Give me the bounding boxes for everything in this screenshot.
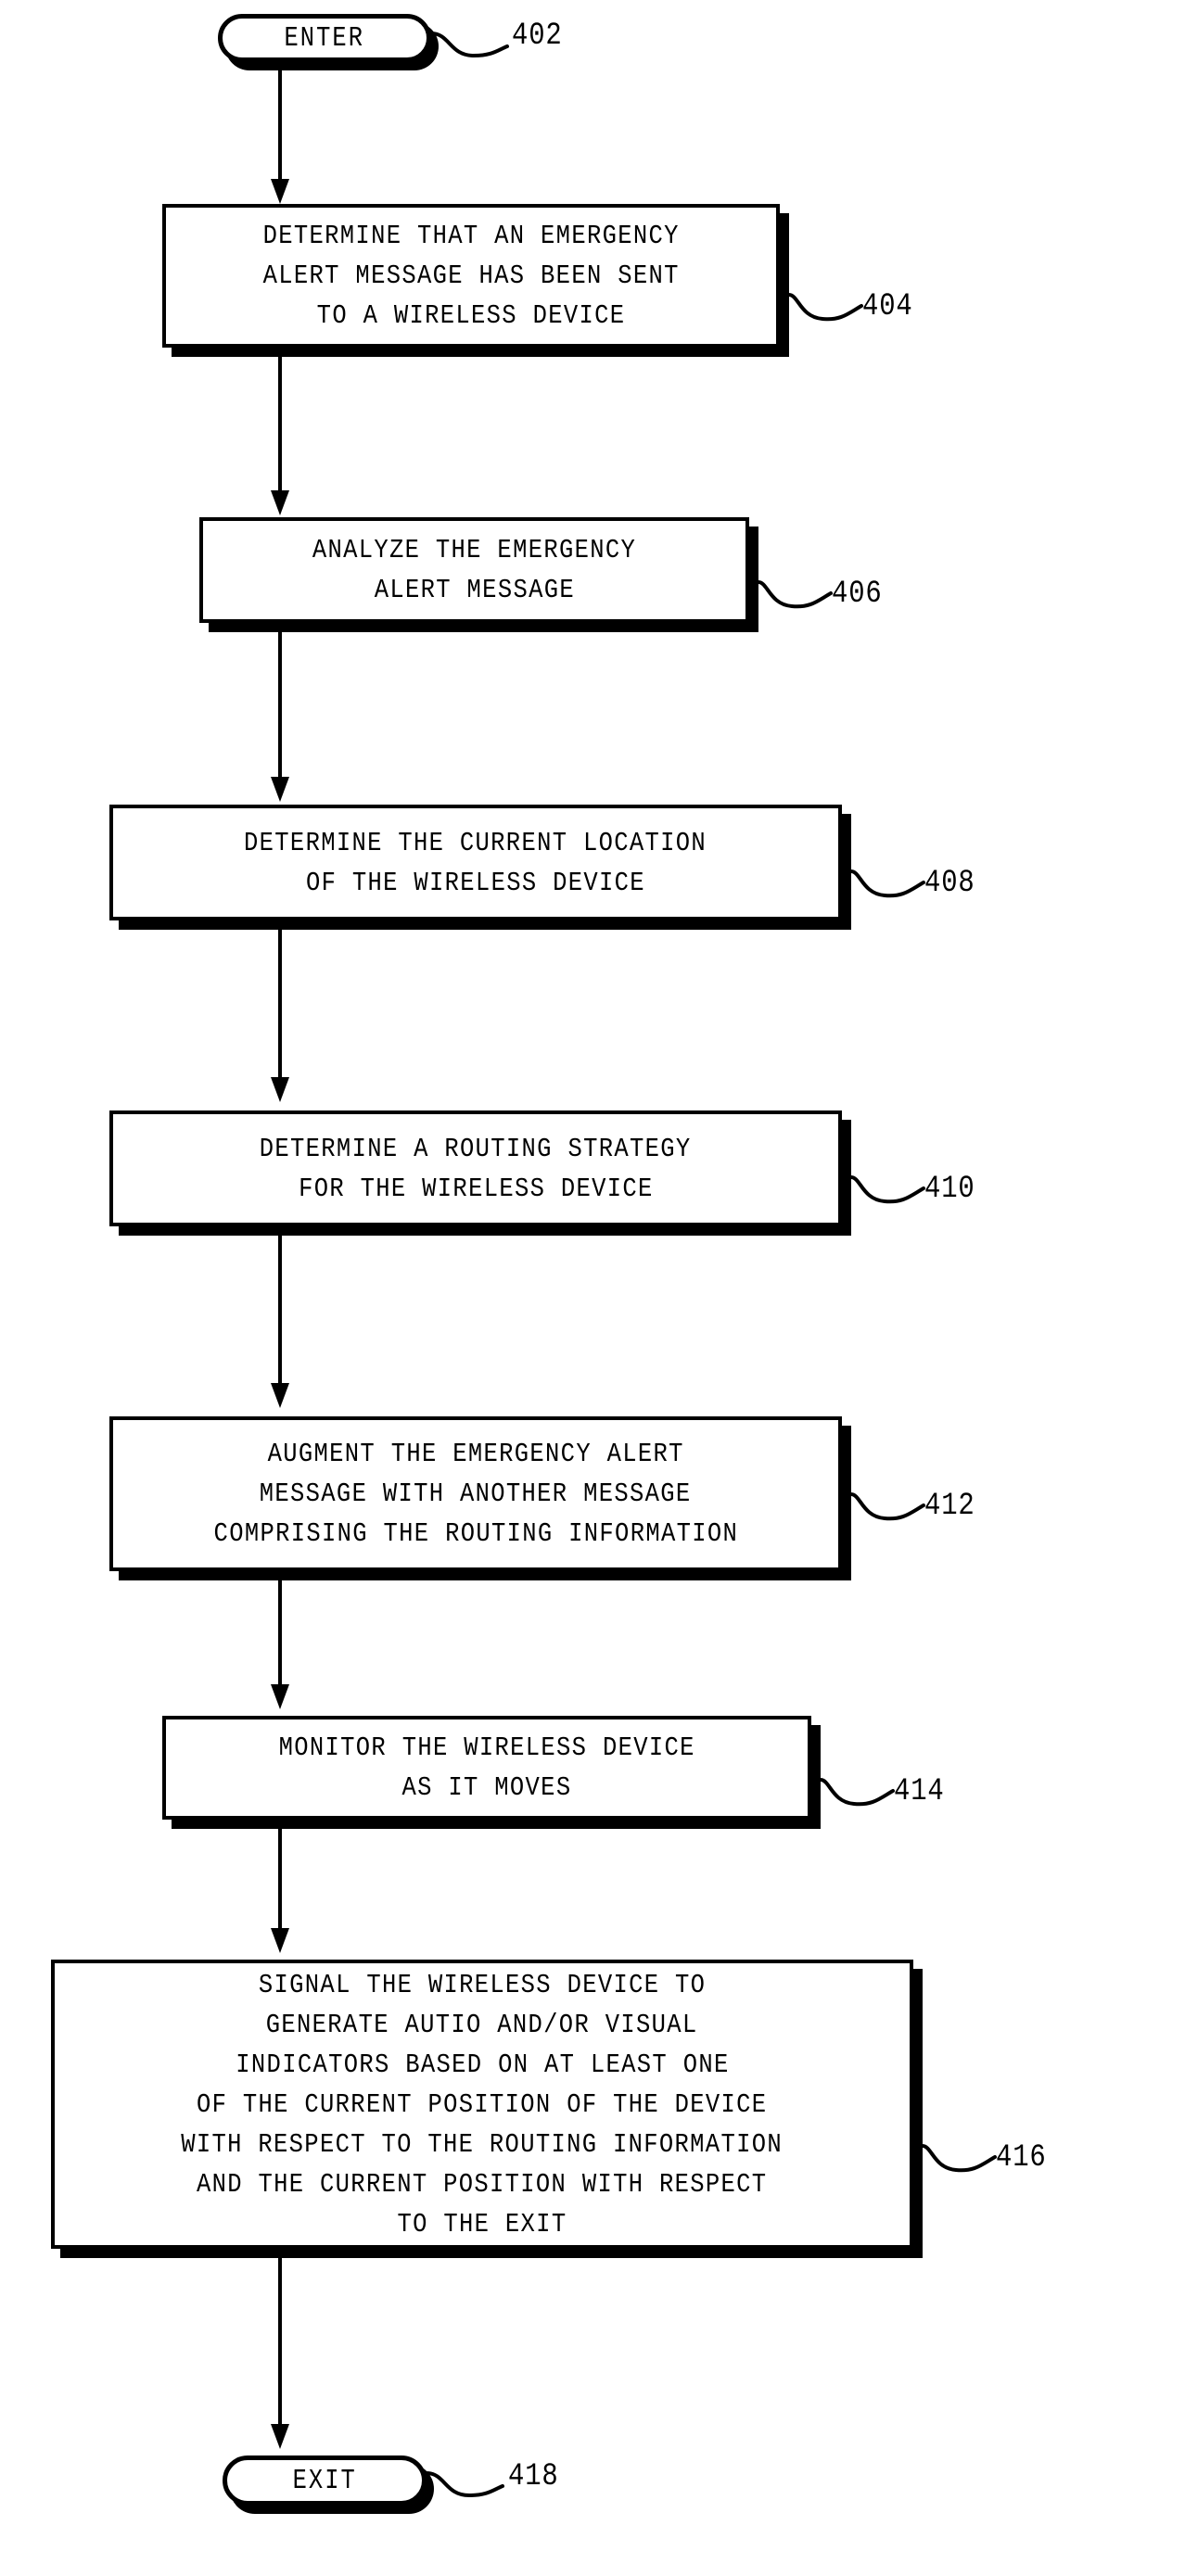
enter-terminal: ENTER xyxy=(218,14,431,62)
step-412-line-2: MESSAGE WITH ANOTHER MESSAGE xyxy=(260,1478,692,1509)
step-416-line-3: INDICATORS BASED ON AT LEAST ONE xyxy=(235,2049,730,2080)
step-416-line-5: WITH RESPECT TO THE ROUTING INFORMATION xyxy=(181,2128,784,2160)
ref-number-412: 412 xyxy=(924,1489,975,1524)
patent-flowchart-figure: ENTER 402 DETERMINE THAT AN EMERGENCY AL… xyxy=(0,0,1185,2576)
step-404-line-2: ALERT MESSAGE HAS BEEN SENT xyxy=(262,260,680,291)
enter-terminal-label: ENTER xyxy=(284,21,365,55)
step-404-line-3: TO A WIRELESS DEVICE xyxy=(316,300,626,331)
connector-enter-to-404 xyxy=(261,62,299,206)
connector-406-to-408 xyxy=(261,626,299,804)
step-406-line-2: ALERT MESSAGE xyxy=(374,575,575,605)
step-416-line-4: OF THE CURRENT POSITION OF THE DEVICE xyxy=(197,2088,768,2120)
ref-number-410: 410 xyxy=(924,1172,975,1207)
step-416-line-7: TO THE EXIT xyxy=(397,2208,567,2240)
ref-number-408: 408 xyxy=(924,866,975,901)
step-410-box: DETERMINE A ROUTING STRATEGY FOR THE WIR… xyxy=(109,1110,842,1226)
step-416-line-1: SIGNAL THE WIRELESS DEVICE TO xyxy=(258,1969,707,2000)
step-410-line-1: DETERMINE A ROUTING STRATEGY xyxy=(260,1133,692,1164)
step-406-box: ANALYZE THE EMERGENCY ALERT MESSAGE xyxy=(199,517,749,623)
connector-408-to-410 xyxy=(261,923,299,1104)
connector-416-to-exit xyxy=(261,2252,299,2451)
ref-number-404: 404 xyxy=(862,289,913,324)
step-412-line-1: AUGMENT THE EMERGENCY ALERT xyxy=(267,1439,684,1469)
step-408-line-1: DETERMINE THE CURRENT LOCATION xyxy=(244,827,707,858)
step-416-line-6: AND THE CURRENT POSITION WITH RESPECT xyxy=(197,2168,768,2200)
step-404-line-1: DETERMINE THAT AN EMERGENCY xyxy=(262,221,680,251)
step-408-box: DETERMINE THE CURRENT LOCATION OF THE WI… xyxy=(109,805,842,920)
ref-number-406: 406 xyxy=(832,577,883,612)
ref-number-402: 402 xyxy=(512,19,563,54)
ref-number-414: 414 xyxy=(894,1774,945,1809)
step-410-line-2: FOR THE WIRELESS DEVICE xyxy=(298,1173,654,1204)
exit-terminal-label: EXIT xyxy=(292,2464,357,2497)
step-408-line-2: OF THE WIRELESS DEVICE xyxy=(306,867,645,898)
step-416-box: SIGNAL THE WIRELESS DEVICE TO GENERATE A… xyxy=(51,1960,913,2249)
connector-412-to-414 xyxy=(261,1574,299,1711)
step-414-line-2: AS IT MOVES xyxy=(401,1772,572,1803)
connector-410-to-412 xyxy=(261,1229,299,1410)
step-406-line-1: ANALYZE THE EMERGENCY xyxy=(312,535,637,565)
step-412-line-3: COMPRISING THE ROUTING INFORMATION xyxy=(213,1518,738,1549)
connector-414-to-416 xyxy=(261,1822,299,1955)
ref-number-418: 418 xyxy=(508,2459,559,2494)
step-412-box: AUGMENT THE EMERGENCY ALERT MESSAGE WITH… xyxy=(109,1416,842,1571)
step-414-line-1: MONITOR THE WIRELESS DEVICE xyxy=(278,1732,695,1763)
step-416-line-2: GENERATE AUTIO AND/OR VISUAL xyxy=(266,2009,698,2040)
exit-terminal: EXIT xyxy=(223,2455,427,2506)
connector-404-to-406 xyxy=(261,350,299,517)
step-404-box: DETERMINE THAT AN EMERGENCY ALERT MESSAG… xyxy=(162,204,780,348)
ref-number-416: 416 xyxy=(996,2140,1047,2176)
step-414-box: MONITOR THE WIRELESS DEVICE AS IT MOVES xyxy=(162,1716,811,1820)
